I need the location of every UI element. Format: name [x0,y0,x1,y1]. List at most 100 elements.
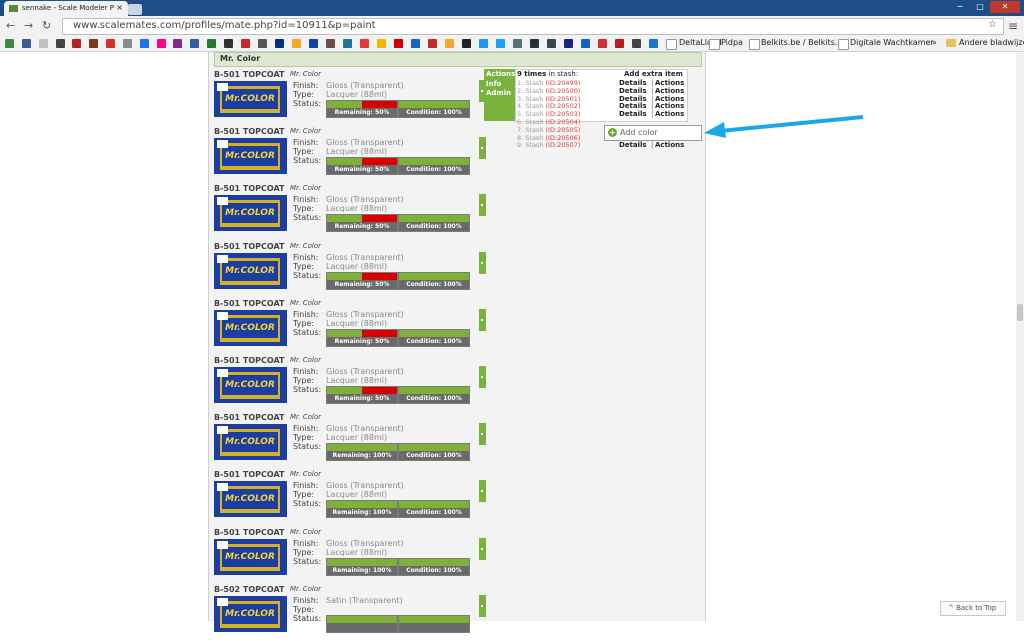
bookmark-icon[interactable] [598,39,607,48]
paint-thumbnail[interactable]: Mr.COLOR [214,195,287,231]
paint-thumbnail[interactable]: Mr.COLOR [214,367,287,403]
paint-actions-button[interactable] [479,194,486,216]
stash-actions-link[interactable]: Actions [655,141,684,149]
bookmark-icon[interactable] [173,39,182,48]
bookmark-icon[interactable] [649,39,658,48]
paint-thumbnail[interactable]: Mr.COLOR [214,81,287,117]
paint-actions-button[interactable] [479,480,486,502]
stash-details-link[interactable]: Details [619,79,647,87]
bookmark-icon[interactable] [309,39,318,48]
tab-close-icon[interactable]: × [116,3,123,12]
paypal-bookmark-icon[interactable] [275,39,284,48]
bookmark-icon[interactable] [377,39,386,48]
bookmark-icon[interactable] [411,39,420,48]
bookmark-icon[interactable] [547,39,556,48]
bookmark-icon[interactable] [207,39,216,48]
bookmark-icon[interactable] [258,39,267,48]
paint-code[interactable]: B-501 TOPCOAT [214,528,285,537]
bookmark-icon[interactable] [462,39,471,48]
paint-actions-button[interactable] [479,309,486,331]
bookmark-icon[interactable] [72,39,81,48]
bookmark-icon[interactable] [140,39,149,48]
actions-menu-admin[interactable]: Admin [486,89,511,97]
paint-thumbnail[interactable]: Mr.COLOR [214,481,287,517]
bookmark-digitale-wachtkamer[interactable]: Digitale Wachtkamer [850,38,934,47]
paint-actions-button[interactable] [479,366,486,388]
page-scrollbar[interactable] [1016,52,1024,621]
paint-actions-button[interactable] [479,595,486,617]
bookmark-icon[interactable] [123,39,132,48]
reload-button[interactable]: ↻ [42,19,51,32]
bookmark-pidpa[interactable]: Pidpa [721,38,743,47]
facebook-bookmark-icon[interactable] [22,39,31,48]
paint-thumbnail[interactable]: Mr.COLOR [214,138,287,174]
bookmark-icon[interactable] [513,39,522,48]
paint-code[interactable]: B-501 TOPCOAT [214,184,285,193]
stash-actions-link[interactable]: Actions [655,87,684,95]
stash-actions-link[interactable]: Actions [655,102,684,110]
stash-details-link[interactable]: Details [619,110,647,118]
bookmark-icon[interactable] [56,39,65,48]
bookmark-belkits[interactable]: Belkits.be / Belkits.c... [761,38,849,47]
browser-tab[interactable]: sennake - Scale Modeler P × [4,1,128,16]
bookmark-star-icon[interactable]: ☆ [988,19,997,30]
paint-thumbnail[interactable]: Mr.COLOR [214,596,287,632]
stash-details-link[interactable]: Details [619,87,647,95]
bookmark-icon[interactable] [292,39,301,48]
scrollbar-thumb[interactable] [1017,304,1023,321]
paint-thumbnail[interactable]: Mr.COLOR [214,253,287,289]
back-to-top-button[interactable]: ^ Back to Top [940,601,1006,616]
paint-code[interactable]: B-501 TOPCOAT [214,299,285,308]
browser-menu-icon[interactable]: ≡ [1008,19,1018,33]
actions-menu-info[interactable]: Info [486,80,501,88]
bookmark-icon[interactable] [428,39,437,48]
minimize-button[interactable]: ─ [950,1,970,13]
paint-thumbnail[interactable]: Mr.COLOR [214,310,287,346]
add-extra-item-link[interactable]: Add extra item [624,70,683,78]
paint-code[interactable]: B-501 TOPCOAT [214,413,285,422]
flickr-bookmark-icon[interactable] [157,39,166,48]
bookmark-icon[interactable] [479,39,488,48]
stash-details-link[interactable]: Details [619,102,647,110]
bookmark-icon[interactable] [360,39,369,48]
paint-code[interactable]: B-501 TOPCOAT [214,242,285,251]
bookmark-icon[interactable] [564,39,573,48]
maximize-button[interactable]: □ [970,1,990,13]
bookmark-icon[interactable] [190,39,199,48]
paint-actions-button[interactable] [479,252,486,274]
bookmark-icon[interactable] [224,39,233,48]
close-window-button[interactable]: ✕ [990,1,1020,13]
paint-code[interactable]: B-501 TOPCOAT [214,70,285,79]
add-color-button[interactable]: + Add color [604,125,702,141]
bookmark-icon[interactable] [615,39,624,48]
bookmark-icon[interactable] [581,39,590,48]
paint-code[interactable]: B-501 TOPCOAT [214,356,285,365]
actions-menu-header[interactable]: Actions [486,70,515,78]
address-bar[interactable]: www.scalemates.com/profiles/mate.php?id=… [62,18,1004,35]
paint-code[interactable]: B-501 TOPCOAT [214,127,285,136]
bookmark-icon[interactable] [445,39,454,48]
bookmark-icon[interactable] [89,39,98,48]
forward-button[interactable]: → [24,19,33,32]
paint-thumbnail[interactable]: Mr.COLOR [214,424,287,460]
bookmarks-more-button[interactable]: » [932,38,937,47]
paint-actions-button[interactable] [479,538,486,560]
stash-actions-link[interactable]: Actions [655,110,684,118]
bookmark-icon[interactable] [5,39,14,48]
stash-details-link[interactable]: Details [619,95,647,103]
stash-actions-link[interactable]: Actions [655,79,684,87]
paint-thumbnail[interactable]: Mr.COLOR [214,539,287,575]
wordpress-bookmark-icon[interactable] [343,39,352,48]
twitter-bookmark-icon[interactable] [496,39,505,48]
stash-details-link[interactable]: Details [619,141,647,149]
stash-actions-link[interactable]: Actions [655,95,684,103]
back-button[interactable]: ← [6,19,15,32]
bookmark-icon[interactable] [39,39,48,48]
bookmark-folder-other[interactable]: Andere bladwijzers [959,38,1024,47]
new-tab-button[interactable] [128,4,142,15]
bookmark-icon[interactable] [326,39,335,48]
bookmark-icon[interactable] [530,39,539,48]
bookmark-icon[interactable] [632,39,641,48]
paint-code[interactable]: B-502 TOPCOAT [214,585,285,594]
bookmark-icon[interactable] [241,39,250,48]
